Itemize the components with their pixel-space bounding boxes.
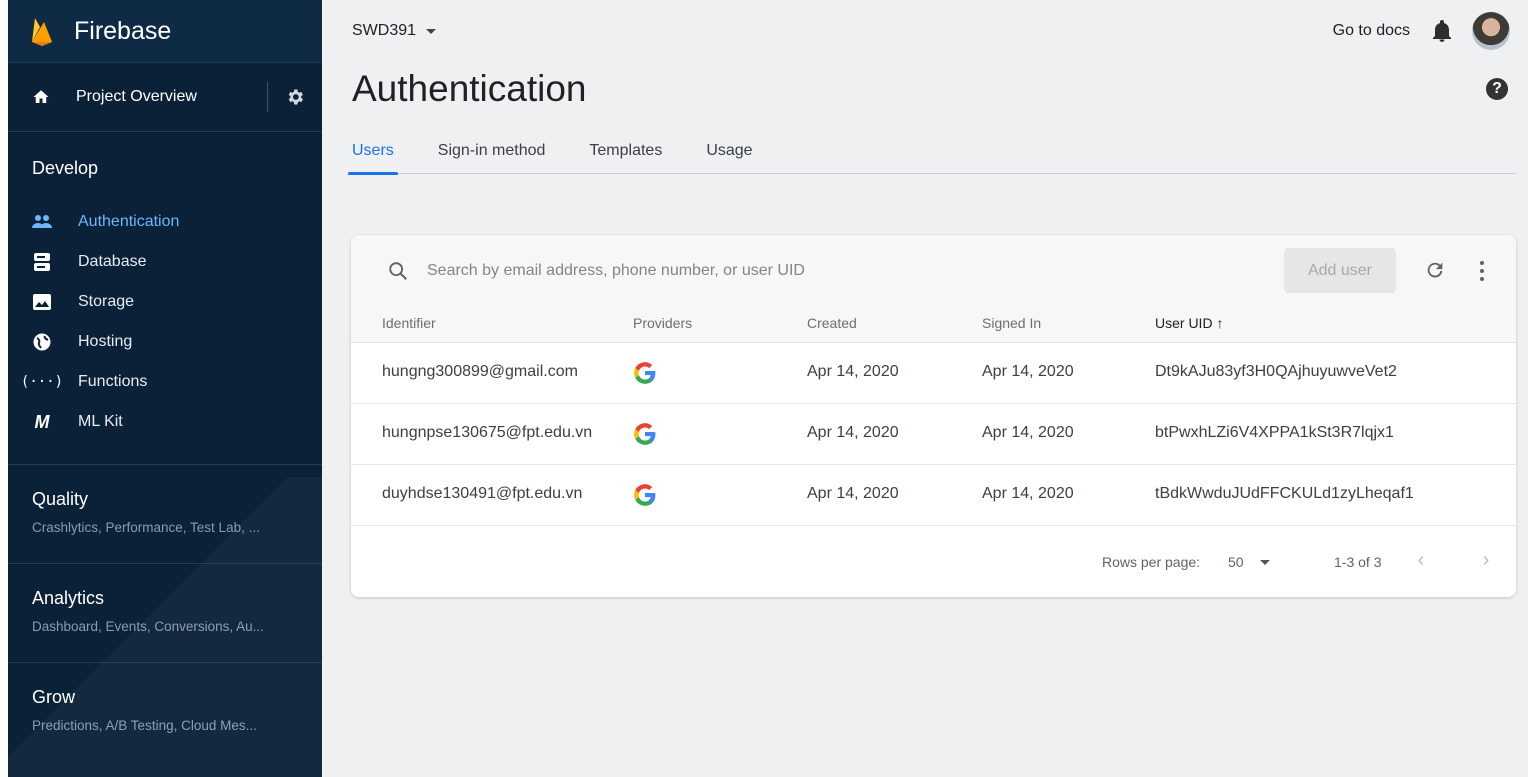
sidebar-group-grow[interactable]: Grow Predictions, A/B Testing, Cloud Mes… — [8, 662, 322, 761]
group-subtitle: Dashboard, Events, Conversions, Au... — [32, 619, 264, 634]
sidebar-item-functions[interactable]: (···) Functions — [8, 362, 322, 402]
uid-cell: tBdkWwduJUdFFCKULd1zyLheqaf1 — [1155, 485, 1414, 502]
created-cell: Apr 14, 2020 — [807, 424, 899, 441]
uid-cell: Dt9kAJu83yf3H0QAjhuyuwveVet2 — [1155, 363, 1397, 380]
sidebar-item-database[interactable]: Database — [8, 242, 322, 282]
globe-icon — [32, 332, 52, 352]
sidebar-group-analytics[interactable]: Analytics Dashboard, Events, Conversions… — [8, 563, 322, 662]
rows-per-page-label: Rows per page: — [1102, 554, 1201, 570]
rows-per-page-select[interactable]: 50 — [1228, 554, 1270, 570]
pagination-footer: Rows per page: 50 1-3 of 3 ‹ › — [351, 526, 1516, 596]
table-row[interactable]: hungng300899@gmail.com Apr 14, 2020 Apr … — [351, 343, 1516, 404]
column-identifier[interactable]: Identifier — [382, 315, 436, 331]
column-created[interactable]: Created — [807, 315, 857, 331]
settings-gear-button[interactable] — [268, 87, 322, 107]
sidebar-item-label: Hosting — [78, 333, 133, 350]
home-icon — [33, 90, 49, 103]
sidebar-item-authentication[interactable]: Authentication — [8, 202, 322, 242]
sidebar-item-storage[interactable]: Storage — [8, 282, 322, 322]
project-name: SWD391 — [352, 22, 417, 39]
created-cell: Apr 14, 2020 — [807, 363, 899, 380]
pagination-range: 1-3 of 3 — [1334, 554, 1382, 570]
group-title: Analytics — [32, 588, 105, 608]
firebase-logo[interactable] — [30, 16, 54, 46]
functions-icon: (···) — [20, 374, 64, 390]
sidebar-header: Firebase — [8, 0, 322, 62]
search-row: Add user — [351, 235, 1516, 307]
go-to-docs-link[interactable]: Go to docs — [1333, 22, 1410, 40]
column-signed-in[interactable]: Signed In — [982, 315, 1041, 331]
identifier-cell: duyhdse130491@fpt.edu.vn — [382, 485, 583, 502]
database-icon — [32, 252, 52, 272]
search-input[interactable] — [427, 262, 1027, 280]
group-title: Quality — [32, 489, 89, 509]
identifier-cell: hungng300899@gmail.com — [382, 363, 578, 380]
image-icon — [32, 292, 52, 312]
sidebar: Firebase Project Overview Develop Authen… — [0, 0, 322, 777]
sidebar-item-label: Functions — [78, 373, 148, 390]
bell-icon[interactable] — [1432, 20, 1452, 42]
users-card-header: Add user Identifier Providers Created Si… — [351, 235, 1516, 343]
table-row[interactable]: hungnpse130675@fpt.edu.vn Apr 14, 2020 A… — [351, 404, 1516, 465]
gear-icon — [288, 89, 303, 105]
project-overview[interactable]: Project Overview — [8, 62, 322, 132]
column-providers: Providers — [633, 315, 693, 331]
chevron-right-icon[interactable]: › — [1476, 550, 1496, 570]
google-icon — [634, 423, 656, 445]
chevron-left-icon[interactable]: ‹ — [1411, 550, 1431, 570]
sidebar-item-label: ML Kit — [78, 413, 123, 430]
tab-sign-in-method[interactable]: Sign-in method — [436, 138, 548, 174]
tab-bar: Users Sign-in method Templates Usage — [348, 138, 1516, 175]
google-icon — [634, 362, 656, 384]
sidebar-item-label: Database — [78, 253, 147, 270]
top-bar: SWD391 Go to docs — [322, 0, 1528, 62]
refresh-icon[interactable] — [1424, 259, 1446, 281]
page-title: Authentication — [352, 68, 587, 109]
group-title: Grow — [32, 687, 76, 707]
search-icon — [389, 262, 407, 280]
uid-cell: btPwxhLZi6V4XPPA1kSt3R7lqjx1 — [1155, 424, 1394, 441]
column-user-uid[interactable]: User UID ↑ — [1155, 315, 1223, 331]
sidebar-group-quality[interactable]: Quality Crashlytics, Performance, Test L… — [8, 464, 322, 563]
project-selector[interactable]: SWD391 — [352, 22, 437, 40]
table-row[interactable]: duyhdse130491@fpt.edu.vn Apr 14, 2020 Ap… — [351, 465, 1516, 526]
tab-usage[interactable]: Usage — [704, 138, 754, 174]
rows-per-page-value: 50 — [1228, 554, 1244, 570]
add-user-button[interactable]: Add user — [1284, 248, 1396, 293]
chevron-down-icon — [426, 28, 437, 34]
sidebar-item-hosting[interactable]: Hosting — [8, 322, 322, 362]
google-icon — [634, 484, 656, 506]
avatar[interactable] — [1472, 12, 1510, 50]
project-overview-label: Project Overview — [76, 88, 197, 105]
section-title-develop[interactable]: Develop — [8, 132, 322, 202]
sidebar-item-label: Authentication — [78, 213, 180, 230]
table-header: Identifier Providers Created Signed In U… — [351, 307, 1516, 343]
chevron-down-icon — [1259, 559, 1270, 565]
help-icon[interactable]: ? — [1486, 78, 1508, 100]
group-subtitle: Crashlytics, Performance, Test Lab, ... — [32, 520, 260, 535]
top-right-actions: Go to docs — [1333, 12, 1510, 50]
mlkit-icon: M — [34, 411, 50, 432]
sidebar-item-label: Storage — [78, 293, 135, 310]
brand-name[interactable]: Firebase — [74, 17, 171, 46]
group-subtitle: Predictions, A/B Testing, Cloud Mes... — [32, 718, 257, 733]
signed-in-cell: Apr 14, 2020 — [982, 363, 1074, 380]
sidebar-item-mlkit[interactable]: M ML Kit — [8, 402, 322, 442]
more-vert-icon[interactable] — [1474, 259, 1490, 283]
tab-templates[interactable]: Templates — [587, 138, 664, 174]
users-icon — [32, 212, 52, 232]
users-card: Add user Identifier Providers Created Si… — [351, 235, 1516, 597]
signed-in-cell: Apr 14, 2020 — [982, 485, 1074, 502]
identifier-cell: hungnpse130675@fpt.edu.vn — [382, 424, 593, 441]
signed-in-cell: Apr 14, 2020 — [982, 424, 1074, 441]
tab-users[interactable]: Users — [348, 138, 398, 175]
created-cell: Apr 14, 2020 — [807, 485, 899, 502]
